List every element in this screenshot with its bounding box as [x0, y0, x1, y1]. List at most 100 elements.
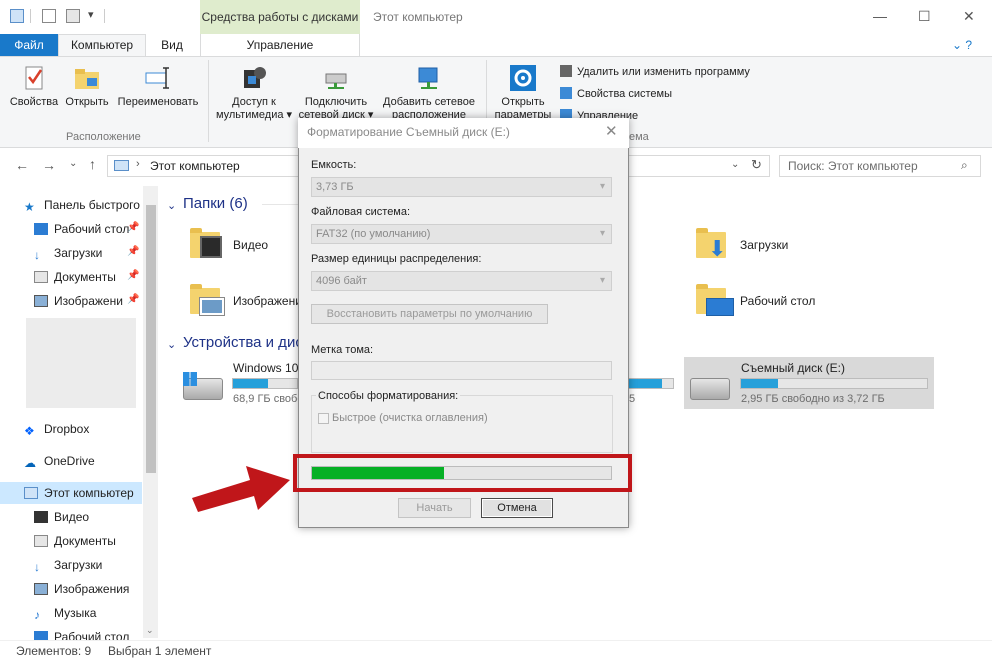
- volume-label-input[interactable]: [311, 361, 612, 380]
- nav-this-pc[interactable]: Этот компьютер: [0, 482, 142, 504]
- media-icon: [244, 67, 266, 88]
- scroll-down-icon[interactable]: ⌄: [146, 625, 154, 636]
- allocation-size-select[interactable]: 4096 байт ▾: [311, 271, 612, 291]
- desktop-icon: [34, 223, 48, 235]
- open-folder-icon: [75, 69, 99, 89]
- map-network-drive-button[interactable]: Подключить сетевой диск ▾: [298, 64, 374, 122]
- capacity-label: Емкость:: [311, 159, 357, 171]
- cancel-button[interactable]: Отмена: [481, 498, 553, 518]
- pin-icon[interactable]: 📌: [127, 294, 139, 305]
- drive-middle-free-space: 5: [629, 393, 636, 405]
- devices-section-header[interactable]: Устройства и дис: [183, 334, 303, 351]
- new-folder-icon[interactable]: [66, 9, 80, 23]
- dropbox-icon: ❖: [24, 424, 35, 438]
- pin-icon[interactable]: 📌: [127, 222, 139, 233]
- drive-e-usage-fill: [741, 379, 779, 388]
- add-network-location-button[interactable]: Добавить сетевое расположение: [378, 64, 480, 122]
- maximize-button[interactable]: ☐: [918, 8, 931, 25]
- drive-c-usage-fill: [233, 379, 269, 388]
- uninstall-program-button[interactable]: Удалить или изменить программу: [560, 65, 750, 78]
- open-settings-button[interactable]: Открыть параметры: [492, 64, 554, 122]
- folder-downloads-label[interactable]: Загрузки: [740, 238, 788, 252]
- pin-icon[interactable]: 📌: [127, 246, 139, 257]
- restore-defaults-button[interactable]: Восстановить параметры по умолчанию: [311, 304, 548, 324]
- pin-icon[interactable]: 📌: [127, 270, 139, 281]
- windows-logo-icon: [183, 372, 197, 386]
- folder-desktop-label[interactable]: Рабочий стол: [740, 294, 815, 308]
- disk-tools-contextual-tab: Средства работы с дисками: [200, 0, 360, 34]
- group-location-label: Расположение: [66, 131, 141, 143]
- drive-c-name[interactable]: Windows 10: [233, 361, 298, 375]
- network-drive-icon: [325, 73, 347, 89]
- collapse-chevron-icon[interactable]: ⌄: [167, 199, 176, 212]
- pictures-icon: [200, 298, 224, 315]
- drive-middle-usage-fill: [629, 379, 662, 388]
- back-arrow-icon[interactable]: ←: [15, 157, 29, 173]
- quick-access-dropdown-icon[interactable]: ▾: [88, 8, 94, 21]
- tab-computer[interactable]: Компьютер: [58, 34, 146, 57]
- allocation-size-label: Размер единицы распределения:: [311, 253, 482, 265]
- status-item-count: Элементов: 9: [16, 644, 92, 658]
- system-properties-label: Свойства системы: [577, 88, 673, 100]
- drive-e-name[interactable]: Съемный диск (E:): [741, 361, 845, 375]
- address-dropdown-icon[interactable]: ⌄: [731, 159, 739, 170]
- nav-label: Видео: [54, 510, 90, 524]
- open-button[interactable]: Открыть: [62, 64, 112, 109]
- open-label: Открыть: [65, 96, 109, 108]
- rename-button[interactable]: Переименовать: [114, 64, 202, 109]
- breadcrumb[interactable]: Этот компьютер: [150, 159, 240, 173]
- properties-label: Свойства: [9, 96, 59, 108]
- network-location-icon: [418, 67, 438, 89]
- chevron-down-icon: ▾: [599, 181, 605, 192]
- capacity-select[interactable]: 3,73 ГБ ▾: [311, 177, 612, 197]
- pictures-icon: [34, 583, 48, 595]
- desktop-icon: [34, 631, 48, 640]
- nav-desktop[interactable]: Рабочий стол: [34, 218, 134, 240]
- nav-label: Музыка: [54, 606, 97, 620]
- uninstall-label: Удалить или изменить программу: [577, 66, 750, 78]
- up-arrow-icon[interactable]: ↑: [89, 156, 96, 172]
- refresh-icon[interactable]: ↻: [751, 157, 762, 173]
- folder-pictures-label[interactable]: Изображени: [233, 294, 302, 308]
- download-arrow-icon: ↓: [34, 248, 40, 262]
- forward-arrow-icon[interactable]: →: [42, 157, 56, 173]
- breadcrumb-separator-icon[interactable]: ›: [136, 158, 140, 170]
- nav-downloads[interactable]: ↓ Загрузки: [34, 242, 134, 264]
- collapse-chevron-icon[interactable]: ⌄: [167, 338, 176, 351]
- pictures-icon: [34, 295, 48, 307]
- window-title: Этот компьютер: [373, 10, 463, 24]
- search-input[interactable]: Поиск: Этот компьютер: [779, 155, 981, 177]
- nav-documents[interactable]: Документы: [34, 266, 134, 288]
- system-properties-icon: [560, 87, 572, 99]
- folder-videos-label[interactable]: Видео: [233, 238, 268, 252]
- tab-manage[interactable]: Управление: [200, 34, 360, 56]
- format-options-label: Способы форматирования:: [316, 390, 461, 402]
- properties-check-icon[interactable]: [42, 9, 56, 23]
- nav-scrollbar-thumb[interactable]: [146, 205, 156, 473]
- close-button[interactable]: ✕: [963, 8, 975, 25]
- search-icon[interactable]: ⌕: [961, 158, 968, 173]
- nav-pictures[interactable]: Изображени: [34, 290, 130, 312]
- filesystem-select[interactable]: FAT32 (по умолчанию) ▾: [311, 224, 612, 244]
- download-arrow-icon: ⬇: [708, 236, 727, 261]
- allocation-size-value: 4096 байт: [316, 275, 367, 287]
- minimize-button[interactable]: —: [873, 8, 887, 24]
- dialog-close-icon[interactable]: ✕: [605, 122, 618, 140]
- nav-label: Загрузки: [54, 246, 103, 260]
- media-access-button[interactable]: Доступ к мультимедиа ▾: [214, 64, 294, 122]
- properties-icon: [25, 66, 43, 90]
- chevron-down-icon: ▾: [599, 275, 605, 286]
- quick-format-checkbox[interactable]: [318, 413, 329, 424]
- tab-file[interactable]: Файл: [0, 34, 58, 56]
- drive-c-free-space: 68,9 ГБ свобо: [233, 393, 304, 405]
- blurred-nav-items: [26, 318, 136, 408]
- ribbon-collapse-help-icons[interactable]: ⌄ ?: [952, 38, 972, 52]
- recent-locations-chevron-icon[interactable]: ⌄: [69, 158, 77, 169]
- tab-view[interactable]: Вид: [150, 34, 194, 56]
- start-button[interactable]: Начать: [398, 498, 471, 518]
- capacity-value: 3,73 ГБ: [316, 181, 354, 193]
- properties-button[interactable]: Свойства: [8, 64, 60, 109]
- quick-format-label: Быстрое (очистка оглавления): [332, 412, 488, 424]
- folders-section-header[interactable]: Папки (6): [183, 195, 248, 212]
- system-properties-button[interactable]: Свойства системы: [560, 87, 672, 100]
